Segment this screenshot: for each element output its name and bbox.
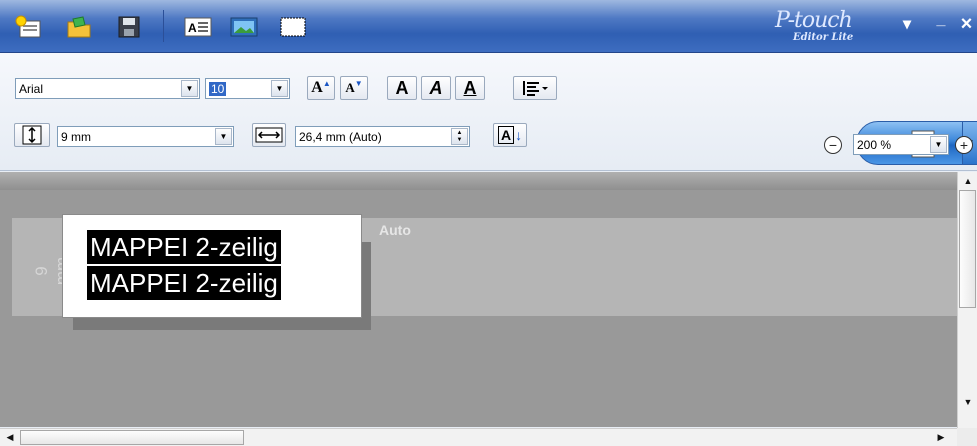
auto-length-indicator: Auto: [379, 222, 411, 238]
zoom-value: 200 %: [857, 137, 892, 152]
underline-button[interactable]: A: [455, 76, 485, 100]
label-line-1[interactable]: MAPPEI 2-zeilig: [87, 230, 281, 264]
close-button[interactable]: ×: [956, 12, 977, 36]
italic-icon: A: [429, 77, 443, 98]
new-button[interactable]: [14, 14, 44, 40]
vertical-scroll-thumb[interactable]: [959, 190, 976, 308]
shrink-font-button[interactable]: A ▼: [340, 76, 368, 100]
tape-width-indicator: 9 mm: [32, 257, 71, 285]
zoom-select[interactable]: 200 % ▼: [853, 134, 949, 155]
tape-length-icon-button: [252, 123, 286, 147]
label-canvas[interactable]: 9 mm Auto MAPPEI 2-zeilig MAPPEI 2-zeili…: [0, 172, 957, 427]
underline-icon: A: [463, 77, 477, 98]
toolbar-separator: [163, 10, 164, 42]
font-size-value: 10: [209, 81, 227, 96]
frame-icon: [280, 17, 306, 37]
new-document-icon: [15, 15, 41, 38]
plus-icon: +: [959, 137, 969, 153]
text-box-icon: A: [184, 17, 212, 37]
tape-width-select[interactable]: 9 mm ▼: [57, 126, 234, 147]
chevron-down-icon[interactable]: ▼: [271, 80, 288, 97]
p-touch-logo: P-touch Editor Lite: [775, 2, 885, 50]
format-toolbar: Arial ▼ 10 ▼ A ▲ A ▼ A A A 9 mm ▼ 26,4 m…: [0, 53, 977, 171]
floppy-disk-icon: [118, 16, 140, 38]
tape-width-icon-button: [14, 123, 50, 147]
p-touch-editor-window: A P-touch Editor Lite ▾ _ × Arial ▼ 10 ▼…: [0, 0, 977, 446]
chevron-down-icon[interactable]: ▼: [181, 80, 198, 97]
folder-icon: [67, 16, 91, 38]
scroll-down-icon[interactable]: ▼: [959, 394, 977, 410]
minimize-button[interactable]: _: [932, 8, 950, 32]
scroll-right-icon[interactable]: ▶: [932, 429, 950, 445]
bold-button[interactable]: A: [387, 76, 417, 100]
grow-font-icon: A: [311, 79, 323, 96]
insert-text-button[interactable]: A: [183, 14, 213, 40]
italic-button[interactable]: A: [421, 76, 451, 100]
arrow-down-icon: ↓: [515, 127, 523, 143]
picture-icon: [230, 17, 258, 37]
svg-text:A: A: [188, 21, 197, 35]
insert-frame-button[interactable]: [278, 14, 308, 40]
shrink-font-icon: A: [345, 80, 355, 95]
save-button[interactable]: [114, 14, 144, 40]
canvas-top-band: [0, 172, 957, 190]
chevron-down-icon[interactable]: ▼: [215, 128, 232, 145]
tape-length-icon: [255, 127, 283, 143]
vertical-text-button[interactable]: A ↓: [493, 123, 527, 147]
grow-font-button[interactable]: A ▲: [307, 76, 335, 100]
align-left-icon: [523, 81, 548, 96]
font-size-select[interactable]: 10 ▼: [205, 78, 290, 99]
vertical-text-icon: A: [497, 126, 515, 144]
window-menu-button[interactable]: ▾: [897, 12, 917, 36]
tape-width-value: 9 mm: [61, 129, 91, 144]
font-size-wrapper: 10: [206, 81, 271, 96]
scroll-up-icon[interactable]: ▲: [959, 173, 977, 189]
chevron-down-icon[interactable]: ▼: [930, 136, 947, 153]
brand-line2: Editor Lite: [793, 32, 854, 43]
font-select[interactable]: Arial ▼: [15, 78, 200, 99]
title-bar: A P-touch Editor Lite ▾ _ ×: [0, 0, 977, 53]
label-line-2[interactable]: MAPPEI 2-zeilig: [87, 266, 281, 300]
tape-length-value: 26,4 mm (Auto): [299, 129, 382, 144]
zoom-out-button[interactable]: −: [824, 136, 842, 154]
tape-height-icon: [22, 125, 42, 145]
bold-icon: A: [395, 77, 409, 98]
horizontal-scrollbar[interactable]: ◀ ▶: [0, 428, 957, 446]
horizontal-scroll-thumb[interactable]: [20, 430, 244, 445]
insert-image-button[interactable]: [229, 14, 259, 40]
minus-icon: −: [828, 137, 838, 153]
label-text-object[interactable]: MAPPEI 2-zeilig MAPPEI 2-zeilig: [62, 214, 362, 318]
brand-line1: P-touch: [775, 8, 853, 33]
scroll-left-icon[interactable]: ◀: [1, 429, 19, 445]
vertical-scrollbar[interactable]: ▲ ▼: [957, 172, 977, 428]
spinner-icon[interactable]: ▲ ▼: [451, 128, 468, 145]
arrow-up-icon: ▲: [322, 78, 331, 88]
zoom-in-button[interactable]: +: [955, 136, 973, 154]
resize-grip-icon[interactable]: [957, 428, 977, 446]
arrow-down-icon: ▼: [354, 78, 363, 88]
alignment-button[interactable]: [513, 76, 557, 100]
font-name-value: Arial: [19, 81, 44, 96]
tape-length-field[interactable]: 26,4 mm (Auto) ▲ ▼: [295, 126, 470, 147]
open-button[interactable]: [64, 14, 94, 40]
